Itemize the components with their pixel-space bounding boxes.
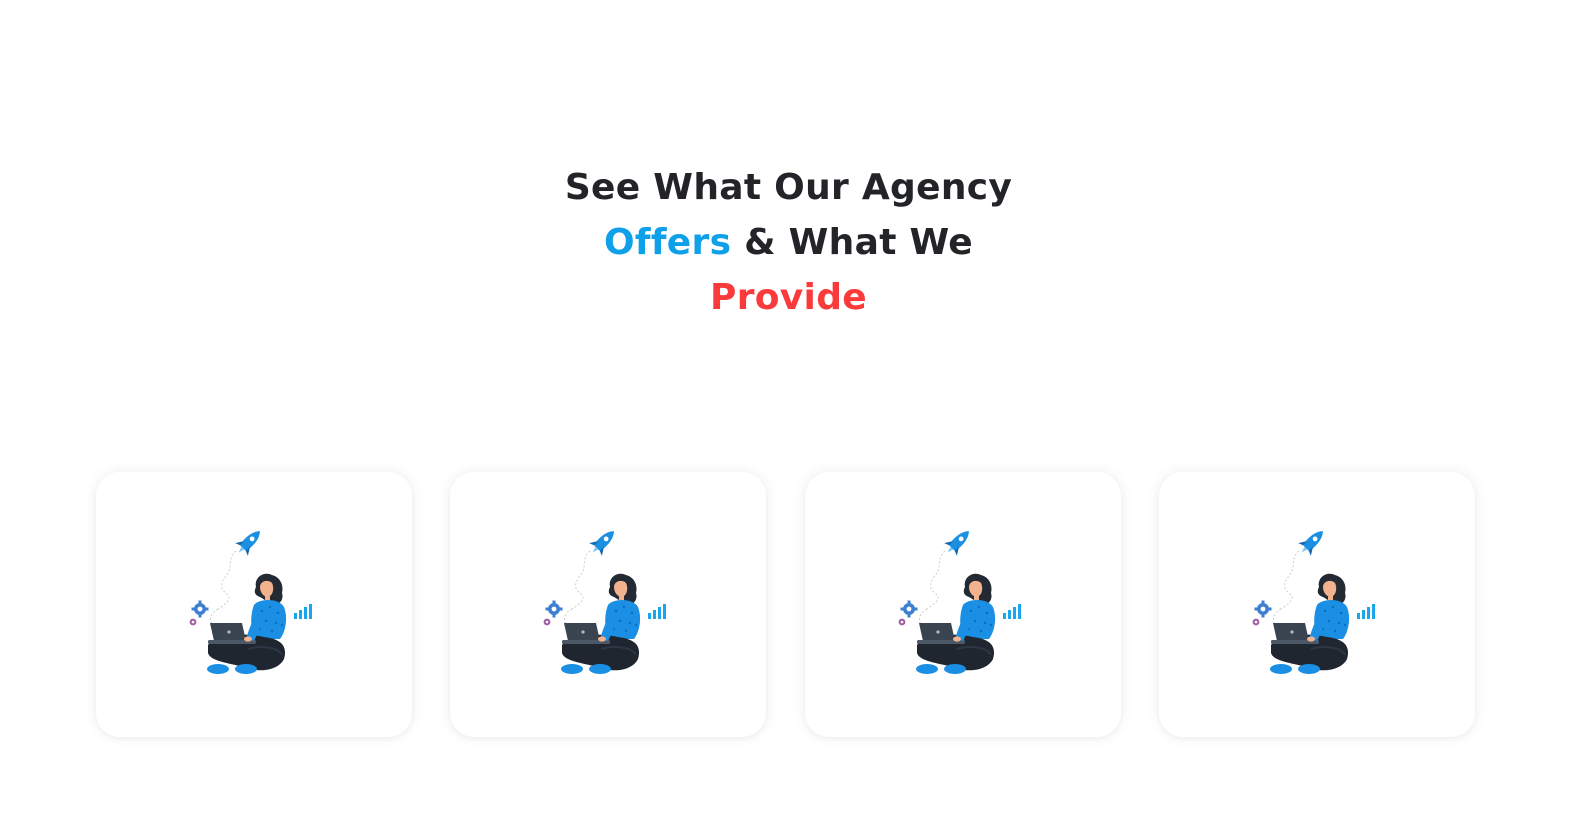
services-section: See What Our Agency Offers & What We Pro…	[0, 0, 1577, 826]
service-card-4[interactable]	[1159, 472, 1475, 737]
woman-with-laptop-illustration	[1252, 531, 1375, 674]
woman-with-laptop-illustration	[543, 531, 666, 674]
woman-with-laptop-illustration	[898, 531, 1021, 674]
heading-highlight-provide: Provide	[710, 277, 867, 318]
service-card-2[interactable]	[450, 472, 766, 737]
service-card-3[interactable]	[805, 472, 1121, 737]
heading-highlight-offers: Offers	[603, 222, 732, 263]
woman-with-laptop-illustration	[189, 531, 312, 674]
heading-line-2: Offers & What We	[0, 215, 1577, 270]
service-cards	[96, 472, 1476, 737]
heading-line-1: See What Our Agency	[564, 167, 1013, 208]
service-card-1[interactable]	[96, 472, 412, 737]
section-heading: See What Our Agency Offers & What We Pro…	[0, 160, 1577, 325]
heading-text-what-we: & What We	[731, 222, 973, 263]
